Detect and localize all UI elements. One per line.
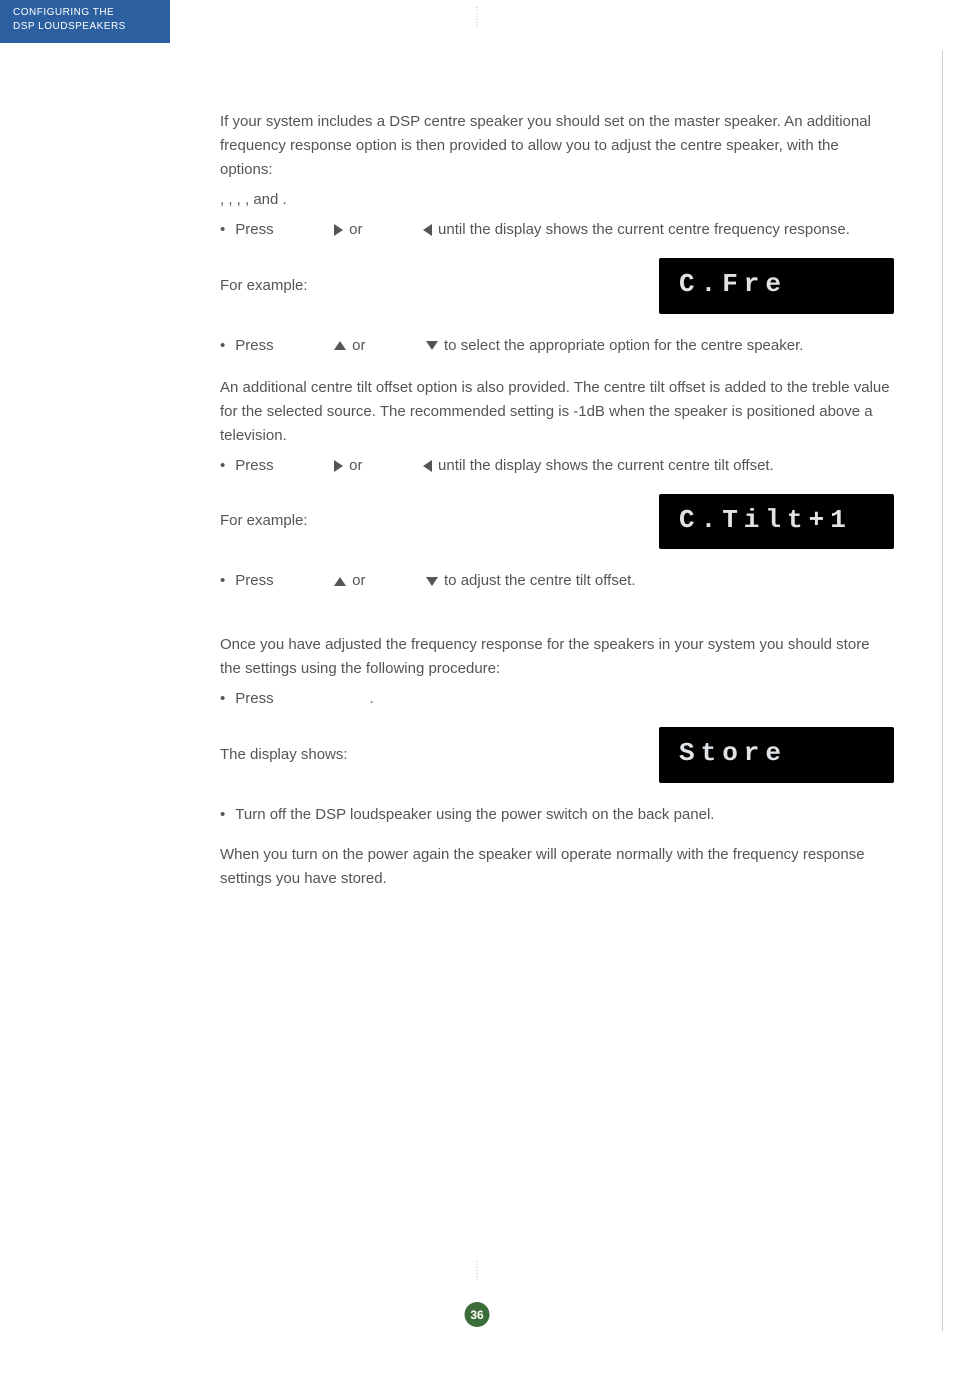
- paragraph-closing: When you turn on the power again the spe…: [220, 843, 894, 891]
- bullet-dot: •: [220, 218, 225, 242]
- bullet-turn-off: • Turn off the DSP loudspeaker using the…: [220, 803, 894, 827]
- press-label: Press: [235, 337, 273, 354]
- right-dotted-rule: [942, 50, 944, 1331]
- press-label: Press: [235, 572, 273, 589]
- press-label: Press: [235, 457, 273, 474]
- right-arrow-icon: [334, 224, 343, 236]
- period: .: [369, 690, 373, 707]
- or-label: or: [352, 572, 365, 589]
- lcd-display-ctilt: C.Tilt+1: [659, 494, 894, 550]
- bullet-press-left-right-1: • Press or until the display shows the c…: [220, 218, 894, 242]
- page-number: 36: [470, 1308, 483, 1322]
- tail-text: until the display shows the current cent…: [438, 221, 850, 238]
- bullet-text: Turn off the DSP loudspeaker using the p…: [235, 803, 894, 827]
- bullet-dot: •: [220, 687, 225, 711]
- or-label: or: [349, 457, 362, 474]
- bullet-press-up-down-1: • Press or to select the appropriate opt…: [220, 334, 894, 358]
- press-label: Press: [235, 221, 273, 238]
- or-label: or: [352, 337, 365, 354]
- body-content: If your system includes a DSP centre spe…: [220, 110, 894, 897]
- up-arrow-icon: [334, 341, 346, 350]
- lcd-row-ctilt: For example: C.Tilt+1: [220, 494, 894, 550]
- lcd-row-cfre: For example: C.Fre: [220, 258, 894, 314]
- display-shows-label: The display shows:: [220, 743, 348, 767]
- bullet-dot: •: [220, 334, 225, 358]
- bullet-press-left-right-2: • Press or until the display shows the c…: [220, 454, 894, 478]
- bullet-text: Press .: [235, 687, 894, 711]
- lcd-display-cfre: C.Fre: [659, 258, 894, 314]
- for-example-label-1: For example:: [220, 274, 308, 298]
- paragraph-intro: If your system includes a DSP centre spe…: [220, 110, 894, 182]
- top-dotted-rule: ·······: [475, 6, 478, 27]
- left-arrow-icon: [423, 460, 432, 472]
- bullet-press-up-down-2: • Press or to adjust the centre tilt off…: [220, 569, 894, 593]
- sidebar-tag: CONFIGURING THE DSP LOUDSPEAKERS: [0, 0, 170, 43]
- page-number-badge: 36: [465, 1302, 490, 1327]
- or-label: or: [349, 221, 362, 238]
- down-arrow-icon: [426, 341, 438, 350]
- bullet-text: Press or until the display shows the cur…: [235, 454, 894, 478]
- sidebar-line2: DSP LOUDSPEAKERS: [13, 20, 157, 34]
- sidebar-line1: CONFIGURING THE: [13, 6, 157, 20]
- press-label: Press: [235, 690, 273, 707]
- bullet-text: Press or to select the appropriate optio…: [235, 334, 894, 358]
- left-arrow-icon: [423, 224, 432, 236]
- bullet-dot: •: [220, 569, 225, 593]
- for-example-label-2: For example:: [220, 509, 308, 533]
- tail-text: to select the appropriate option for the…: [444, 337, 803, 354]
- bullet-press-store: • Press .: [220, 687, 894, 711]
- tail-text: until the display shows the current cent…: [438, 457, 774, 474]
- paragraph-tilt-intro: An additional centre tilt offset option …: [220, 376, 894, 448]
- bottom-dotted-rule: ·······: [475, 1260, 478, 1281]
- right-arrow-icon: [334, 460, 343, 472]
- bullet-text: Press or until the display shows the cur…: [235, 218, 894, 242]
- options-line: , , , , and .: [220, 188, 894, 212]
- down-arrow-icon: [426, 577, 438, 586]
- paragraph-store-intro: Once you have adjusted the frequency res…: [220, 633, 894, 681]
- tail-text: to adjust the centre tilt offset.: [444, 572, 636, 589]
- lcd-display-store: Store: [659, 727, 894, 783]
- lcd-row-store: The display shows: Store: [220, 727, 894, 783]
- bullet-text: Press or to adjust the centre tilt offse…: [235, 569, 894, 593]
- bullet-dot: •: [220, 803, 225, 827]
- bullet-dot: •: [220, 454, 225, 478]
- up-arrow-icon: [334, 577, 346, 586]
